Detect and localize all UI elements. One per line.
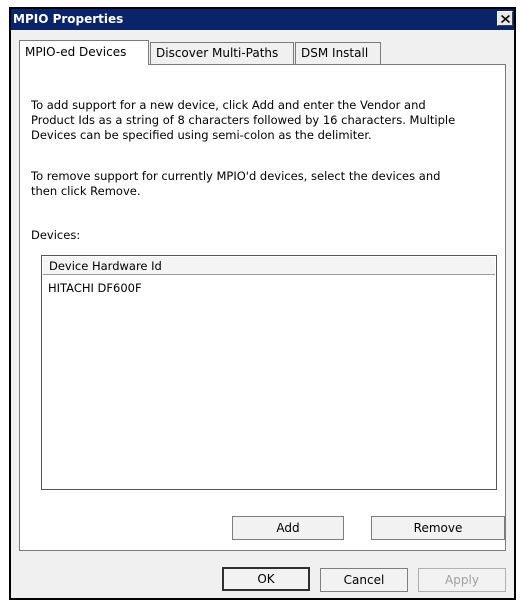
remove-instructions-line: To remove support for currently MPIO'd d… bbox=[31, 169, 441, 183]
devices-label: Devices: bbox=[31, 228, 81, 242]
apply-button[interactable]: Apply bbox=[418, 568, 506, 592]
mpio-properties-dialog: MPIO Properties MPIO-ed Devices Discover… bbox=[9, 7, 516, 600]
add-instructions-line: To add support for a new device, click A… bbox=[31, 98, 426, 112]
remove-instructions-line: then click Remove. bbox=[31, 184, 141, 198]
add-instructions: To add support for a new device, click A… bbox=[31, 98, 493, 143]
remove-button[interactable]: Remove bbox=[371, 516, 505, 540]
list-item[interactable]: HITACHI DF600F bbox=[48, 281, 142, 295]
devices-list[interactable]: Device Hardware Id HITACHI DF600F bbox=[41, 255, 497, 490]
ok-button[interactable]: OK bbox=[222, 567, 310, 591]
tab-panel-mpio-ed-devices: To add support for a new device, click A… bbox=[19, 64, 506, 551]
cancel-button[interactable]: Cancel bbox=[320, 568, 408, 592]
add-instructions-line: Devices can be specified using semi-colo… bbox=[31, 128, 372, 142]
tab-dsm-install[interactable]: DSM Install bbox=[295, 42, 381, 64]
column-header-device-hardware-id[interactable]: Device Hardware Id bbox=[43, 257, 495, 275]
close-button[interactable] bbox=[497, 11, 513, 26]
window-title: MPIO Properties bbox=[13, 12, 124, 26]
remove-instructions: To remove support for currently MPIO'd d… bbox=[31, 169, 493, 199]
tab-mpio-ed-devices[interactable]: MPIO-ed Devices bbox=[19, 40, 149, 65]
add-button[interactable]: Add bbox=[232, 516, 344, 540]
close-icon bbox=[500, 14, 510, 23]
add-instructions-line: Product Ids as a string of 8 characters … bbox=[31, 113, 456, 127]
title-bar[interactable]: MPIO Properties bbox=[11, 9, 514, 30]
tab-discover-multi-paths[interactable]: Discover Multi-Paths bbox=[150, 42, 294, 64]
